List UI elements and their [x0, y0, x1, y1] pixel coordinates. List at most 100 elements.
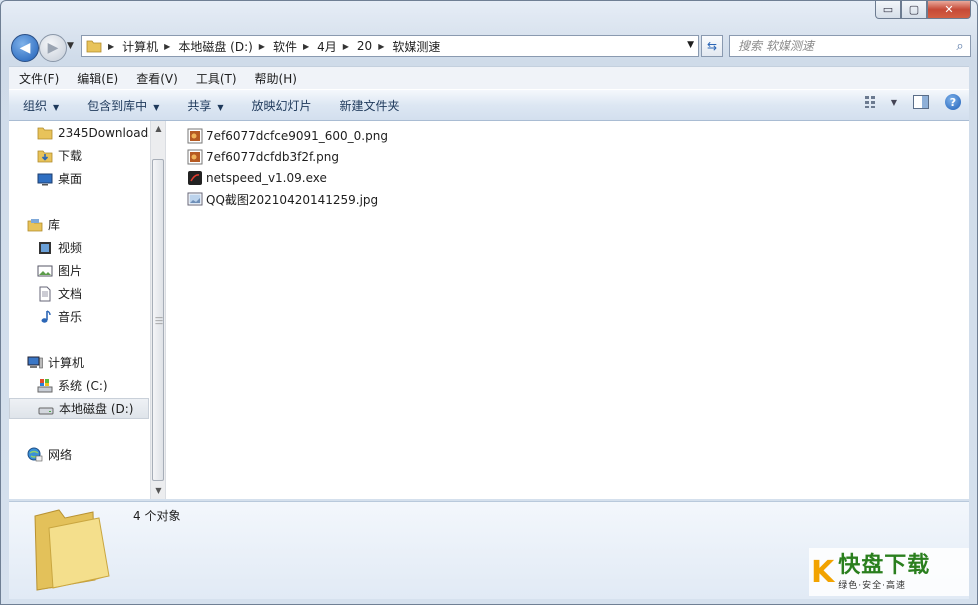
caption-buttons: ▭ ▢ ✕	[875, 1, 971, 19]
breadcrumb-software[interactable]: 软件	[273, 38, 297, 55]
nav-item-desktop[interactable]: 桌面	[37, 168, 149, 189]
include-in-library-button[interactable]: 包含到库中 ▼	[73, 97, 173, 114]
scroll-up-icon[interactable]: ▲	[151, 121, 166, 137]
exe-file-icon	[188, 171, 202, 185]
watermark-k-icon: K	[811, 554, 835, 590]
nav-label: 计算机	[48, 356, 85, 370]
content-area: 2345Downloads 下载 桌面 库 视频 图片 文档 音乐 计算机 系统…	[9, 121, 969, 499]
music-library-icon	[41, 309, 51, 323]
preview-pane-button[interactable]	[913, 95, 929, 109]
help-button[interactable]: ?	[945, 94, 961, 110]
organize-label: 组织	[23, 98, 48, 113]
search-input[interactable]	[736, 36, 950, 56]
file-name: 7ef6077dcfce9091_600_0.png	[206, 129, 388, 143]
breadcrumb-20[interactable]: 20	[357, 39, 372, 53]
breadcrumb-current-folder[interactable]: 软媒测速	[392, 38, 440, 55]
close-button[interactable]: ✕	[927, 1, 971, 19]
address-bar[interactable]: ▶ 计算机 ▶ 本地磁盘 (D:) ▶ 软件 ▶ 4月 ▶ 20 ▶ 软媒测速 …	[81, 35, 699, 57]
nav-label: 音乐	[58, 310, 83, 324]
back-button[interactable]: ◀	[11, 34, 39, 62]
explorer-window: ▭ ▢ ✕ ◀ ▶ ▼ ▶ 计算机 ▶ 本地磁盘 (D:) ▶ 软件 ▶ 4月 …	[0, 0, 978, 605]
scroll-down-icon[interactable]: ▼	[151, 483, 166, 499]
slideshow-button[interactable]: 放映幻灯片	[238, 97, 326, 114]
chevron-down-icon[interactable]: ▼	[687, 40, 694, 50]
nav-item-downloads[interactable]: 下载	[37, 145, 149, 166]
nav-item-2345downloads[interactable]: 2345Downloads	[37, 122, 149, 143]
nav-label: 图片	[58, 264, 83, 278]
view-icon	[864, 96, 875, 108]
local-disk-icon	[38, 407, 54, 414]
nav-scrollbar[interactable]: ▲ — — — ▼	[150, 121, 166, 499]
breadcrumb-separator[interactable]: ▶	[343, 42, 349, 51]
nav-label: 库	[48, 218, 61, 232]
menu-help[interactable]: 帮助(H)	[245, 70, 305, 87]
chevron-down-icon: ▼	[153, 102, 160, 112]
nav-item-computer[interactable]: 计算机	[27, 352, 149, 373]
nav-item-network[interactable]: 网络	[27, 444, 149, 465]
png-file-icon	[187, 149, 203, 165]
menu-tools[interactable]: 工具(T)	[186, 70, 245, 87]
nav-label: 2345Downloads	[58, 125, 149, 140]
toolbar-right: ▼ ?	[864, 94, 961, 110]
forward-button[interactable]: ▶	[39, 34, 67, 62]
menu-file[interactable]: 文件(F)	[9, 70, 67, 87]
file-item[interactable]: 7ef6077dcfce9091_600_0.png	[187, 126, 388, 146]
menu-edit[interactable]: 编辑(E)	[67, 70, 126, 87]
refresh-button[interactable]: ⇆	[701, 35, 723, 57]
share-label: 共享	[187, 98, 212, 113]
recent-pages-dropdown[interactable]: ▼	[67, 41, 74, 51]
minimize-button[interactable]: ▭	[875, 1, 901, 19]
command-bar: 组织 ▼ 包含到库中 ▼ 共享 ▼ 放映幻灯片 新建文件夹 ▼ ?	[9, 89, 969, 121]
share-button[interactable]: 共享 ▼	[173, 97, 237, 114]
jpg-file-icon	[187, 192, 203, 206]
document-library-icon	[39, 286, 51, 301]
item-count: 4 个对象	[133, 509, 181, 523]
nav-label: 文档	[58, 287, 83, 301]
nav-label: 下载	[58, 149, 83, 163]
folder-icon	[86, 40, 102, 53]
watermark-logo: K 快盘下载 绿色·安全·高速	[809, 548, 969, 596]
library-icon	[27, 218, 43, 231]
watermark-text: 快盘下载 绿色·安全·高速	[838, 552, 931, 591]
breadcrumb-separator[interactable]: ▶	[378, 42, 384, 51]
system-drive-icon	[37, 378, 53, 392]
nav-item-videos[interactable]: 视频	[37, 237, 149, 258]
breadcrumb-computer[interactable]: 计算机	[122, 38, 158, 55]
nav-label: 网络	[48, 448, 73, 462]
nav-item-local-disk[interactable]: 本地磁盘 (D:)	[9, 398, 149, 419]
nav-label: 系统 (C:)	[58, 379, 108, 393]
nav-item-music[interactable]: 音乐	[37, 306, 149, 327]
organize-button[interactable]: 组织 ▼	[9, 97, 73, 114]
file-item[interactable]: QQ截图20210420141259.jpg	[187, 189, 378, 209]
file-name: QQ截图20210420141259.jpg	[206, 192, 379, 207]
watermark-sub: 绿色·安全·高速	[838, 580, 906, 591]
arrow-right-icon: ▶	[47, 40, 59, 56]
search-icon[interactable]: ⌕	[950, 39, 970, 54]
png-file-icon	[187, 128, 203, 144]
breadcrumb-separator[interactable]: ▶	[108, 42, 114, 51]
nav-item-system-drive[interactable]: 系统 (C:)	[37, 375, 149, 396]
nav-item-libraries[interactable]: 库	[27, 214, 149, 235]
breadcrumb-separator[interactable]: ▶	[164, 42, 170, 51]
breadcrumb-separator[interactable]: ▶	[303, 42, 309, 51]
video-library-icon	[39, 241, 51, 254]
file-item[interactable]: 7ef6077dcfdb3f2f.png	[187, 147, 339, 167]
menu-view[interactable]: 查看(V)	[126, 70, 186, 87]
nav-item-pictures[interactable]: 图片	[37, 260, 149, 281]
file-list: 7ef6077dcfce9091_600_0.png 7ef6077dcfdb3…	[169, 121, 969, 499]
view-options-button[interactable]: ▼	[864, 96, 897, 108]
file-item[interactable]: netspeed_v1.09.exe	[187, 168, 327, 188]
watermark-main: 快盘下载	[838, 552, 931, 578]
breadcrumb-local-disk[interactable]: 本地磁盘 (D:)	[178, 38, 252, 55]
refresh-icon: ⇆	[706, 39, 718, 53]
new-folder-button[interactable]: 新建文件夹	[326, 97, 414, 114]
file-name: 7ef6077dcfdb3f2f.png	[206, 150, 339, 164]
desktop-icon	[37, 173, 53, 185]
nav-item-documents[interactable]: 文档	[37, 283, 149, 304]
scroll-thumb[interactable]: — — —	[152, 159, 164, 481]
breadcrumb-separator[interactable]: ▶	[259, 42, 265, 51]
breadcrumb-april[interactable]: 4月	[317, 38, 337, 55]
maximize-button[interactable]: ▢	[901, 1, 927, 19]
download-folder-icon	[37, 150, 53, 162]
nav-label: 视频	[58, 241, 83, 255]
